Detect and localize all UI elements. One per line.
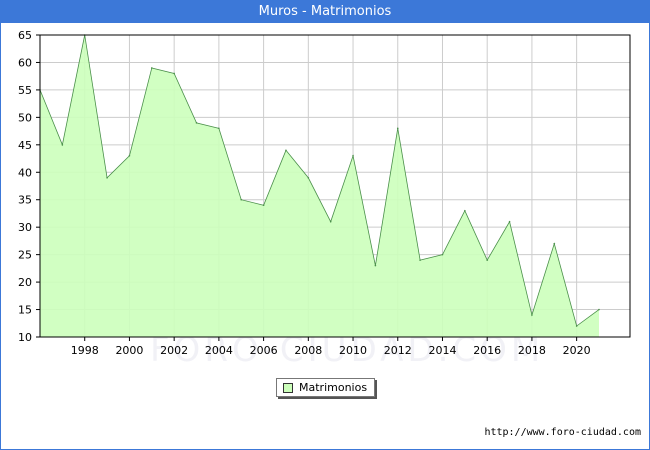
data-point (195, 122, 198, 124)
y-tick-label: 60 (18, 56, 32, 69)
data-point (106, 176, 108, 179)
legend-swatch (283, 383, 293, 393)
data-point (486, 259, 489, 261)
x-tick-label: 2018 (518, 344, 546, 357)
x-tick-label: 2012 (384, 344, 412, 357)
y-tick-label: 10 (18, 331, 32, 344)
y-tick-label: 40 (18, 166, 32, 179)
data-point (262, 204, 265, 207)
x-tick-label: 2004 (205, 344, 233, 357)
data-point (151, 67, 153, 69)
x-tick-label: 2000 (115, 344, 143, 357)
data-point (285, 149, 287, 152)
data-point (173, 72, 175, 75)
data-point (598, 308, 600, 311)
data-point (374, 264, 377, 267)
y-tick-label: 45 (18, 139, 32, 152)
data-point (218, 127, 220, 130)
data-point (464, 209, 466, 212)
x-tick-label: 2002 (160, 344, 188, 357)
x-tick-label: 2020 (563, 344, 591, 357)
x-tick-label: 1998 (71, 344, 99, 357)
data-point (128, 155, 131, 157)
data-point (329, 220, 332, 223)
legend-label: Matrimonios (299, 381, 368, 394)
data-point (575, 325, 578, 327)
data-point (240, 198, 243, 201)
y-tick-label: 35 (18, 194, 32, 207)
y-tick-label: 25 (18, 249, 32, 262)
source-link[interactable]: http://www.foro-ciudad.com (484, 427, 641, 438)
x-tick-label: 2010 (339, 344, 367, 357)
x-tick-label: 2016 (473, 344, 501, 357)
x-tick-label: 2006 (250, 344, 278, 357)
data-point (508, 220, 511, 223)
y-tick-label: 30 (18, 221, 32, 234)
data-point (61, 144, 64, 146)
data-point (419, 259, 421, 261)
y-tick-label: 15 (18, 304, 32, 317)
y-tick-label: 65 (18, 29, 32, 42)
data-point (352, 155, 354, 157)
data-point (307, 176, 310, 179)
x-tick-label: 2014 (428, 344, 456, 357)
data-point (441, 253, 444, 256)
y-tick-label: 20 (18, 276, 32, 289)
legend: Matrimonios (276, 378, 375, 397)
data-point (396, 127, 399, 130)
data-point (531, 314, 533, 316)
data-point (553, 242, 556, 245)
x-tick-label: 2008 (294, 344, 322, 357)
y-tick-label: 55 (18, 84, 32, 97)
y-tick-label: 50 (18, 111, 32, 124)
